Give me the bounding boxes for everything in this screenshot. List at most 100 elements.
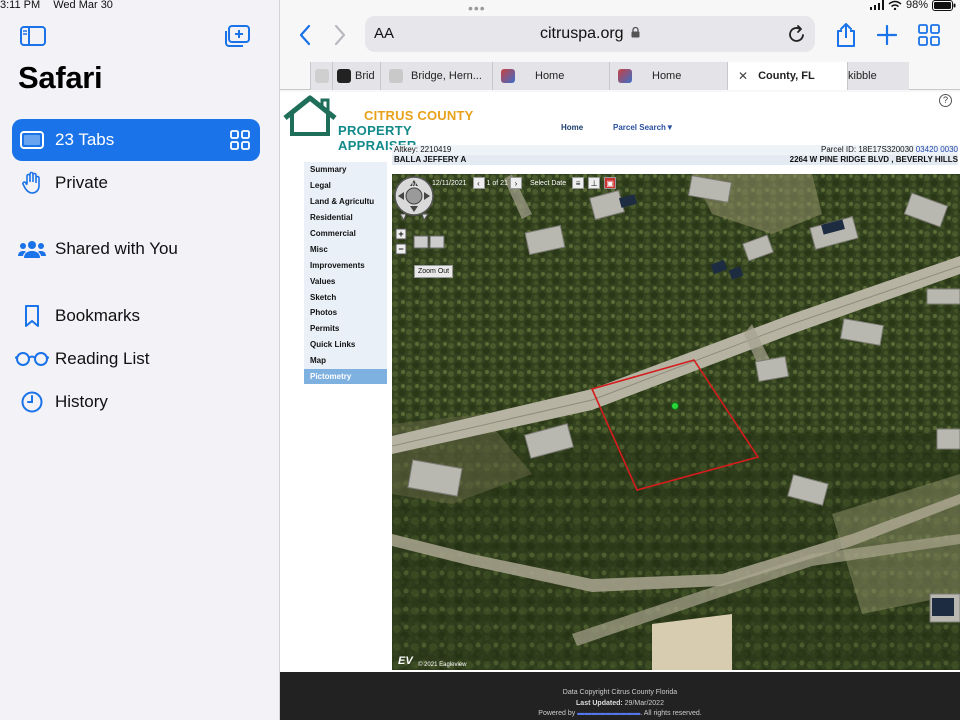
- hand-icon: [12, 171, 52, 195]
- tab-overview-button[interactable]: [914, 20, 944, 50]
- tab-label: County, FL: [758, 70, 815, 82]
- sidebar-toggle-icon[interactable]: [18, 21, 48, 51]
- battery-percent: 98%: [905, 0, 928, 11]
- tab-item[interactable]: [310, 62, 332, 90]
- zoom-out-tooltip: Zoom Out: [414, 265, 454, 278]
- owner-name: BALLA JEFFERY A: [394, 155, 467, 164]
- sidebar-item-history[interactable]: History: [12, 381, 260, 423]
- ipad-screen: 3:11 PM Wed Mar 30 Safari 23 Tabs Privat…: [0, 0, 960, 720]
- url-text: citruspa.org: [539, 25, 624, 42]
- nav-item-values[interactable]: Values: [304, 273, 387, 290]
- sidebar-item-shared-with-you[interactable]: Shared with You: [12, 228, 260, 270]
- nav-item-land[interactable]: Land & Agricultu: [304, 193, 387, 210]
- parcel-id-link[interactable]: 03420 0030: [916, 145, 958, 154]
- new-tab-button[interactable]: [872, 20, 902, 50]
- logo-text-county: CITRUS COUNTY: [364, 108, 474, 123]
- nav-item-permits[interactable]: Permits: [304, 320, 387, 337]
- zoom-in-button[interactable]: +: [398, 229, 403, 239]
- address-bar[interactable]: AA citruspa.org: [365, 16, 815, 52]
- clock-icon: [12, 391, 52, 413]
- altkey-text: Altkey: 2210419: [394, 145, 452, 154]
- eagleview-logo-icon: EV: [398, 655, 413, 667]
- tab-item[interactable]: Bridge, Hern...: [380, 62, 492, 90]
- nav-item-improvements[interactable]: Improvements: [304, 257, 387, 274]
- multitasking-dots-icon[interactable]: •••: [468, 0, 486, 16]
- print-icon[interactable]: ▣: [604, 177, 617, 189]
- close-tab-icon[interactable]: ✕: [738, 69, 748, 83]
- wifi-icon: [888, 0, 902, 10]
- owner-info-row: BALLA JEFFERY A 2264 W PINE RIDGE BLVD ,…: [392, 155, 958, 165]
- new-tab-group-icon[interactable]: [222, 21, 252, 51]
- status-time: 3:11 PM: [0, 0, 41, 11]
- aerial-map-viewer[interactable]: N + − 12/11/2021 ‹ 1 of 21 › Select Date…: [392, 174, 960, 670]
- share-icon: [837, 23, 855, 47]
- aerial-imagery: N + −: [392, 174, 960, 670]
- favicon-icon: [501, 69, 515, 83]
- parcel-id-label: Parcel ID: 18E17S320030: [820, 145, 914, 154]
- nav-item-commercial[interactable]: Commercial: [304, 225, 387, 242]
- footer-updated-label: Last Updated:: [576, 699, 623, 707]
- property-sidebar-nav: Summary Legal Land & Agricultu Residenti…: [304, 162, 387, 385]
- sidebar-item-label: Private: [55, 173, 108, 192]
- sidebar-item-tabs[interactable]: 23 Tabs: [12, 119, 260, 161]
- glasses-icon: [12, 351, 52, 367]
- nav-home-link[interactable]: Home: [561, 123, 583, 132]
- sidebar-item-bookmarks[interactable]: Bookmarks: [12, 295, 260, 337]
- url-domain: citruspa.org: [365, 25, 815, 43]
- tab-item[interactable]: Brid: [332, 62, 380, 90]
- nav-item-pictometry[interactable]: Pictometry: [304, 368, 387, 385]
- tab-item[interactable]: kibble: [847, 62, 909, 90]
- tab-label: Home: [652, 70, 682, 82]
- nav-item-photos[interactable]: Photos: [304, 305, 387, 321]
- sidebar-item-label: History: [55, 392, 108, 411]
- nav-parcel-search-link[interactable]: Parcel Search▼: [613, 123, 674, 132]
- next-image-button[interactable]: ›: [509, 177, 522, 189]
- measure-icon[interactable]: ⊥: [588, 177, 601, 189]
- chevron-left-icon: [299, 24, 311, 46]
- property-address: 2264 W PINE RIDGE BLVD , BEVERLY HILLS: [789, 155, 958, 164]
- sidebar-item-label: Bookmarks: [55, 306, 141, 325]
- bookmark-icon: [12, 304, 52, 328]
- tab-item[interactable]: Home: [492, 62, 609, 90]
- help-icon[interactable]: ?: [939, 94, 952, 107]
- sidebar-item-label: Reading List: [55, 349, 150, 368]
- image-date: 12/11/2021: [432, 179, 467, 187]
- reload-icon[interactable]: [787, 23, 807, 50]
- tab-overview-icon[interactable]: [230, 130, 250, 155]
- image-page-count: 1 of 21: [486, 179, 508, 187]
- footer-powered-by: Powered by ▬▬▬▬▬▬▬▬▬. All rights reserve…: [280, 709, 960, 720]
- share-button[interactable]: [831, 20, 861, 50]
- tab-item-active[interactable]: ✕ County, FL: [727, 62, 847, 90]
- nav-item-residential[interactable]: Residential: [304, 209, 387, 226]
- select-date-dropdown[interactable]: Select Date: [530, 180, 566, 187]
- chevron-right-icon: [334, 24, 346, 46]
- footer-powered-prefix: Powered by: [538, 710, 576, 717]
- prev-image-button[interactable]: ‹: [472, 177, 485, 189]
- zoom-out-button[interactable]: −: [398, 244, 403, 254]
- nav-item-summary[interactable]: Summary: [304, 162, 387, 178]
- battery-icon: [932, 0, 956, 11]
- footer-updated-value: 29/Mar/2022: [624, 699, 664, 707]
- nav-item-sketch[interactable]: Sketch: [304, 289, 387, 306]
- web-page: CITRUS COUNTY PROPERTY APPRAISER ? Home …: [280, 92, 960, 720]
- nav-item-map[interactable]: Map: [304, 352, 387, 369]
- site-logo[interactable]: CITRUS COUNTY PROPERTY APPRAISER: [282, 94, 482, 153]
- forward-button[interactable]: [325, 20, 355, 50]
- compass-north-label: N: [412, 183, 416, 189]
- back-button[interactable]: [290, 20, 320, 50]
- sidebar-item-reading-list[interactable]: Reading List: [12, 338, 260, 380]
- nav-item-quick-links[interactable]: Quick Links: [304, 336, 387, 353]
- layers-icon[interactable]: ≡: [572, 177, 585, 189]
- tab-label: Brid: [355, 70, 375, 82]
- sidebar-item-label: Shared with You: [55, 239, 178, 258]
- favicon-icon: [389, 69, 403, 83]
- tab-item[interactable]: Home: [609, 62, 727, 90]
- parcel-marker: [671, 402, 679, 410]
- nav-item-legal[interactable]: Legal: [304, 177, 387, 194]
- favicon-icon: [315, 69, 329, 83]
- people-icon: [12, 238, 52, 260]
- footer-vendor-link[interactable]: ▬▬▬▬▬▬▬▬▬: [577, 710, 640, 717]
- footer-updated: Last Updated: 29/Mar/2022: [280, 699, 960, 710]
- sidebar-item-private[interactable]: Private: [12, 162, 260, 204]
- nav-item-misc[interactable]: Misc: [304, 241, 387, 258]
